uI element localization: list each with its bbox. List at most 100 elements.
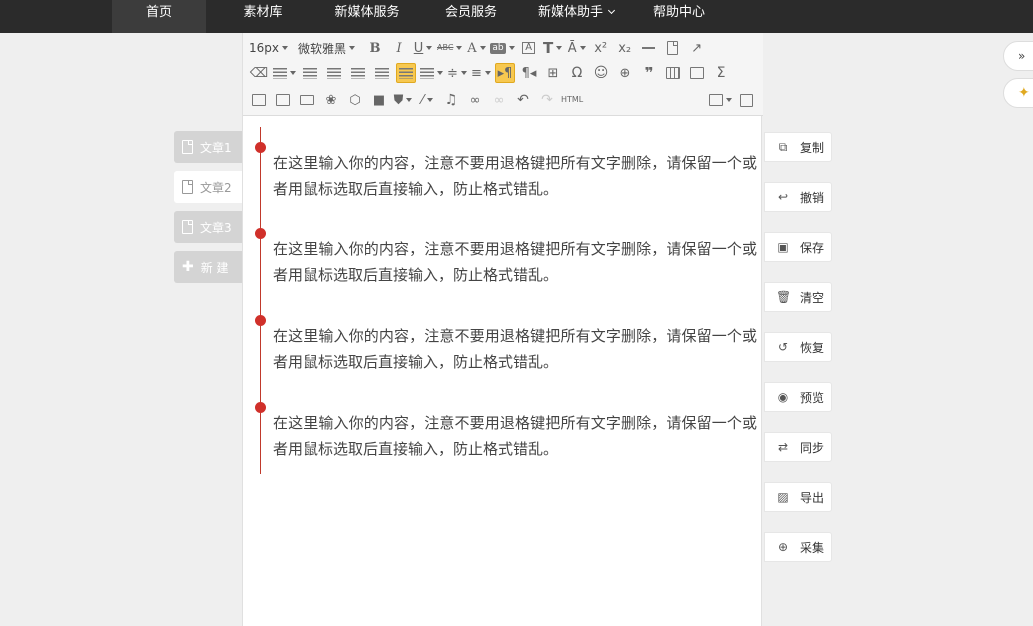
unlink-icon[interactable]: ∞ — [489, 90, 509, 110]
emoji-icon[interactable]: ☺ — [591, 63, 611, 83]
html-source-button[interactable]: HTML — [561, 90, 583, 110]
text-border-icon[interactable]: A — [519, 38, 539, 58]
magic-wand-icon[interactable]: ⁄ — [417, 90, 437, 110]
font-family-select[interactable]: 微软雅黑 — [298, 38, 356, 58]
letter-spacing-icon[interactable]: Ā — [567, 38, 587, 58]
editor-toolbar: 16px 微软雅黑 B I U ABC A ab A T Ā x² x₂ ↗ ⌫ — [243, 33, 763, 116]
document-icon — [182, 220, 193, 234]
timeline-dot — [255, 142, 266, 153]
timeline-dot — [255, 402, 266, 413]
align-left-icon[interactable] — [324, 63, 344, 83]
paragraph-spacing-icon[interactable]: ≑ — [447, 63, 467, 83]
indent-icon[interactable] — [273, 63, 296, 83]
fullscreen-icon[interactable] — [736, 90, 756, 110]
export-image-icon: ▨ — [777, 490, 789, 504]
highlight-button[interactable]: ab — [490, 38, 515, 58]
article-tab-3[interactable]: 文章3 — [174, 211, 242, 243]
new-page-icon[interactable] — [663, 38, 683, 58]
caret-icon — [437, 71, 443, 75]
bold-button[interactable]: B — [365, 38, 385, 58]
timeline-line — [260, 127, 261, 474]
trash-icon: 🗑 — [776, 290, 792, 304]
sync-button[interactable]: ⇄ 同步 — [764, 432, 832, 462]
clear-button[interactable]: 🗑 清空 — [764, 282, 832, 312]
nav-media-service[interactable]: 新媒体服务 — [322, 0, 412, 33]
strikethrough-button[interactable]: ABC — [437, 38, 463, 58]
nav-help-center[interactable]: 帮助中心 — [640, 0, 718, 33]
caret-icon — [508, 46, 515, 50]
magic-button[interactable]: ✦ — [1003, 78, 1033, 108]
row-spacing-icon[interactable]: ≡ — [471, 63, 491, 83]
copy-button[interactable]: ⧉ 复制 — [764, 132, 832, 162]
link-icon[interactable]: ∞ — [465, 90, 485, 110]
caret-icon — [349, 46, 356, 50]
article-tab-1[interactable]: 文章1 — [174, 131, 242, 163]
image-gallery-icon[interactable] — [273, 90, 293, 110]
underline-button[interactable]: U — [413, 38, 433, 58]
caret-icon — [426, 46, 433, 50]
export-button[interactable]: ▨ 导出 — [764, 482, 832, 512]
search-replace-icon[interactable]: ⊕ — [615, 63, 635, 83]
collect-button[interactable]: ⊕ 采集 — [764, 532, 832, 562]
caret-icon — [282, 46, 288, 50]
caret-icon — [479, 46, 486, 50]
expand-panel-button[interactable]: » — [1003, 41, 1033, 71]
nav-home[interactable]: 首页 — [112, 0, 206, 33]
template-icon[interactable] — [687, 63, 707, 83]
font-size-select[interactable]: 16px — [249, 38, 288, 58]
formula-icon[interactable]: Σ — [711, 63, 731, 83]
music-icon[interactable]: ♫ — [441, 90, 461, 110]
caret-icon — [290, 71, 296, 75]
rtl-direction-icon[interactable]: ¶◂ — [519, 63, 539, 83]
italic-button[interactable]: I — [389, 38, 409, 58]
save-icon: ▣ — [777, 240, 789, 254]
horizontal-rule-icon[interactable] — [639, 38, 659, 58]
caret-icon — [726, 98, 732, 102]
align-right-icon[interactable] — [372, 63, 392, 83]
paint-bucket-icon[interactable]: ⛊ — [393, 90, 413, 110]
caret-icon — [456, 46, 463, 50]
edit-external-icon[interactable]: ↗ — [687, 38, 707, 58]
superscript-icon[interactable]: x² — [591, 38, 611, 58]
subscript-icon[interactable]: x₂ — [615, 38, 635, 58]
outdent-icon[interactable] — [300, 63, 320, 83]
nav-member-service[interactable]: 会员服务 — [430, 0, 512, 33]
caret-icon — [406, 98, 413, 102]
timeline-paragraph[interactable]: 在这里输入你的内容，注意不要用退格键把所有文字删除，请保留一个或者用鼠标选取后直… — [273, 410, 757, 462]
restore-button[interactable]: ↺ 恢复 — [764, 332, 832, 362]
align-justify-icon[interactable] — [396, 63, 416, 83]
preview-button[interactable]: ◉ 预览 — [764, 382, 832, 412]
caret-icon — [484, 71, 491, 75]
edit-tip-icon[interactable] — [709, 90, 732, 110]
format-painter-icon[interactable]: ⊞ — [543, 63, 563, 83]
timeline-paragraph[interactable]: 在这里输入你的内容，注意不要用退格键把所有文字删除，请保留一个或者用鼠标选取后直… — [273, 150, 757, 202]
ltr-direction-icon[interactable]: ▸¶ — [495, 63, 515, 83]
font-color-button[interactable]: A — [466, 38, 486, 58]
nav-media-assistant[interactable]: 新媒体助手 — [528, 0, 624, 33]
special-char-icon[interactable]: Ω — [567, 63, 587, 83]
slideshow-icon[interactable] — [297, 90, 317, 110]
timeline-paragraph[interactable]: 在这里输入你的内容，注意不要用退格键把所有文字删除，请保留一个或者用鼠标选取后直… — [273, 236, 757, 288]
eye-icon: ◉ — [777, 390, 789, 404]
table-icon[interactable] — [663, 63, 683, 83]
eraser-icon[interactable]: ⌫ — [249, 63, 269, 83]
scrawl-icon[interactable]: ❀ — [321, 90, 341, 110]
video-icon[interactable]: ■ — [369, 90, 389, 110]
nav-materials[interactable]: 素材库 — [222, 0, 304, 33]
timeline-dot — [255, 315, 266, 326]
image-icon[interactable] — [249, 90, 269, 110]
timeline-paragraph[interactable]: 在这里输入你的内容，注意不要用退格键把所有文字删除，请保留一个或者用鼠标选取后直… — [273, 323, 757, 375]
save-button[interactable]: ▣ 保存 — [764, 232, 832, 262]
text-style-icon[interactable]: T — [543, 38, 563, 58]
undo-button[interactable]: ↩ 撤销 — [764, 182, 832, 212]
line-height-icon[interactable] — [420, 63, 443, 83]
article-tab-2[interactable]: 文章2 — [174, 171, 242, 203]
caret-icon — [426, 98, 433, 102]
undo-icon[interactable]: ↶ — [513, 90, 533, 110]
map-icon[interactable]: ⬡ — [345, 90, 365, 110]
new-article-button[interactable]: ✚ 新 建 — [174, 251, 242, 283]
align-center-icon[interactable] — [348, 63, 368, 83]
blockquote-icon[interactable]: ❞ — [639, 63, 659, 83]
redo-icon[interactable]: ↷ — [537, 90, 557, 110]
document-icon — [182, 140, 193, 154]
